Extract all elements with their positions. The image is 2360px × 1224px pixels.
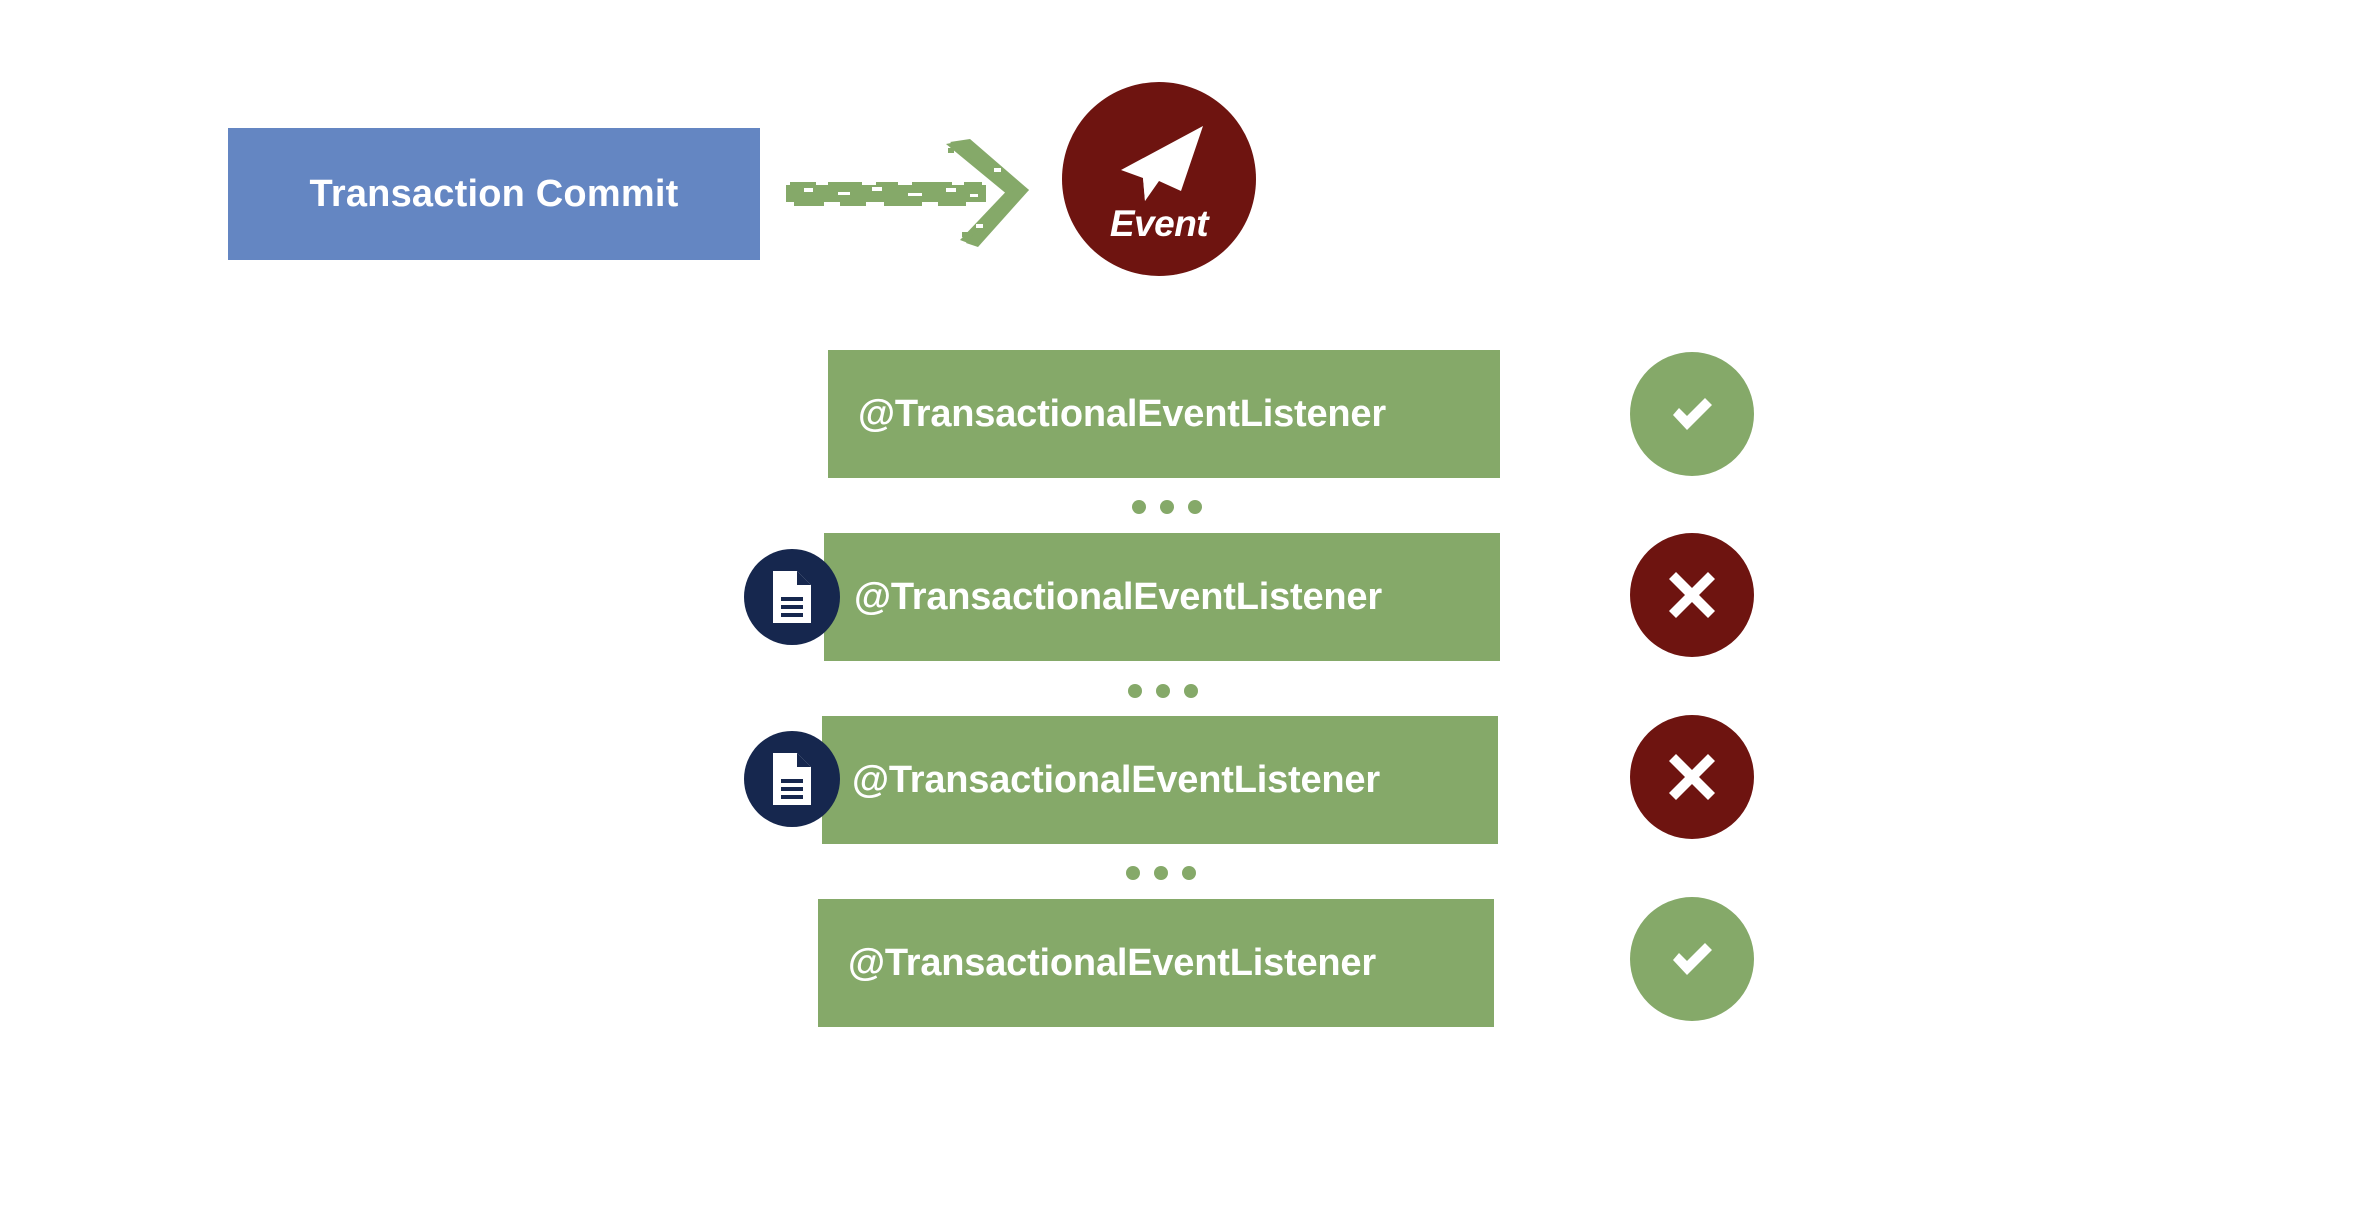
listener-row: @TransactionalEventListener	[818, 899, 1494, 1027]
status-badge-ok	[1630, 352, 1754, 476]
document-icon	[744, 731, 840, 827]
listener-bar: @TransactionalEventListener	[818, 899, 1494, 1027]
dot	[1184, 684, 1198, 698]
listener-bar: @TransactionalEventListener	[824, 533, 1500, 661]
diagram-canvas: Transaction Commit Event @TransactionalE…	[0, 0, 2360, 1224]
paper-plane-icon	[1115, 123, 1207, 203]
dot	[1156, 684, 1170, 698]
transaction-commit-label: Transaction Commit	[309, 172, 679, 215]
cross-icon	[1669, 754, 1715, 800]
dot	[1126, 866, 1140, 880]
status-badge-ok	[1630, 897, 1754, 1021]
event-label: Event	[1109, 202, 1209, 244]
check-icon	[1673, 398, 1712, 430]
dot	[1154, 866, 1168, 880]
document-icon	[744, 549, 840, 645]
dot	[1182, 866, 1196, 880]
event-badge: Event	[1062, 82, 1256, 276]
separator-dots	[1126, 866, 1196, 880]
listener-row: @TransactionalEventListener	[822, 716, 1498, 844]
dot	[1160, 500, 1174, 514]
transaction-commit-box: Transaction Commit	[228, 128, 760, 260]
cross-icon	[1669, 572, 1715, 618]
listener-bar: @TransactionalEventListener	[822, 716, 1498, 844]
listener-bar: @TransactionalEventListener	[828, 350, 1500, 478]
separator-dots	[1128, 684, 1198, 698]
dot	[1128, 684, 1142, 698]
arrow-right-icon	[780, 128, 1040, 260]
status-badge-fail	[1630, 715, 1754, 839]
dot	[1132, 500, 1146, 514]
separator-dots	[1132, 500, 1202, 514]
listener-label: @TransactionalEventListener	[854, 575, 1382, 618]
status-badge-fail	[1630, 533, 1754, 657]
dot	[1188, 500, 1202, 514]
listener-label: @TransactionalEventListener	[858, 392, 1386, 435]
listener-row: @TransactionalEventListener	[824, 533, 1500, 661]
listener-label: @TransactionalEventListener	[848, 941, 1376, 984]
check-icon	[1673, 943, 1712, 975]
listener-row: @TransactionalEventListener	[828, 350, 1500, 478]
listener-label: @TransactionalEventListener	[852, 758, 1380, 801]
